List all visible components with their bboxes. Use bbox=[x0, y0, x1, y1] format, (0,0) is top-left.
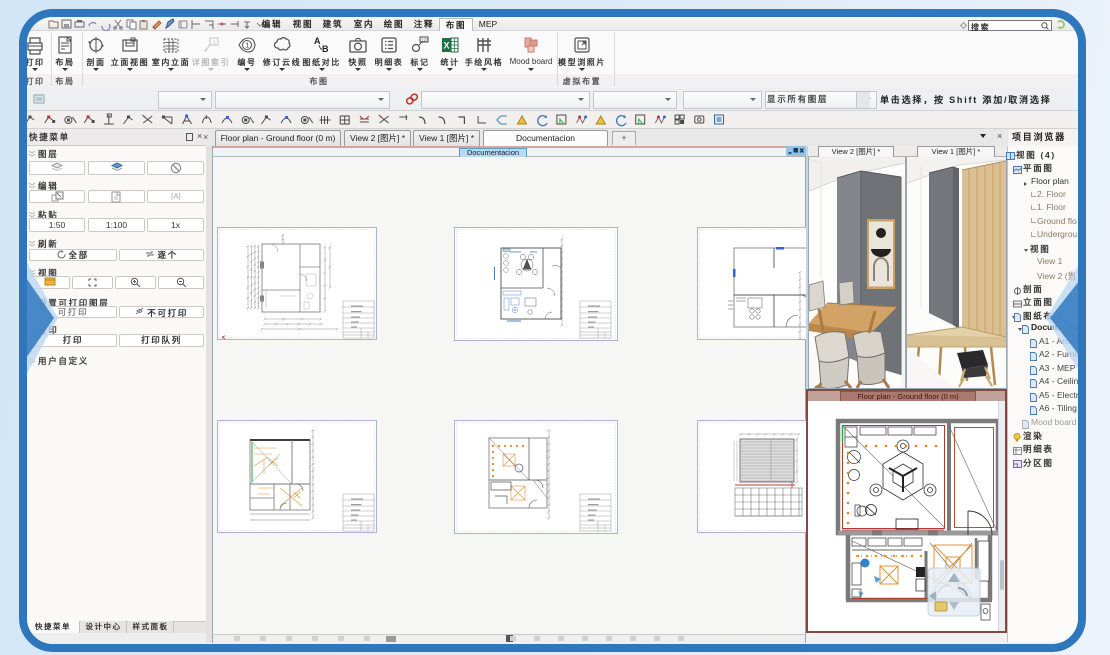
svg-text:123: 123 bbox=[421, 38, 429, 43]
svg-text:[A]: [A] bbox=[171, 192, 181, 200]
svg-text:1: 1 bbox=[245, 41, 249, 50]
svg-text:A: A bbox=[314, 36, 321, 46]
svg-text:X: X bbox=[444, 41, 450, 51]
svg-text:1: 1 bbox=[213, 40, 216, 46]
svg-text:B: B bbox=[322, 44, 329, 54]
